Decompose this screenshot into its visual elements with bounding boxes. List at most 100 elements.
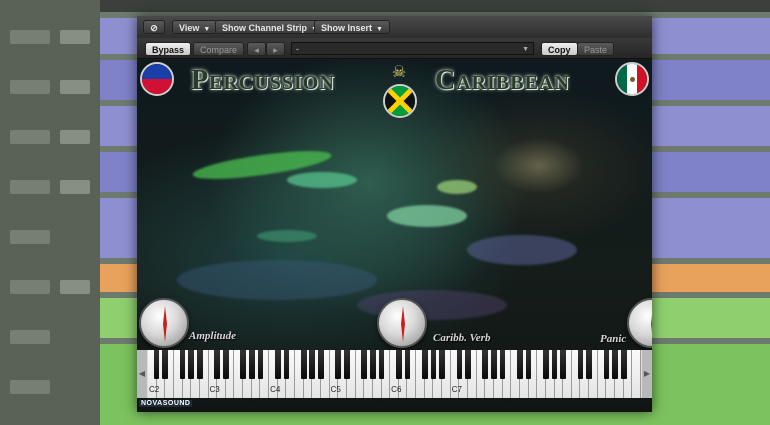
black-key[interactable] (620, 350, 627, 379)
black-key[interactable] (162, 350, 169, 379)
black-key[interactable] (300, 350, 307, 379)
instrument-title: Percussion Caribbean (157, 65, 637, 96)
paste-button[interactable]: Paste (577, 42, 615, 56)
black-key[interactable] (335, 350, 342, 379)
compare-button[interactable]: Compare (193, 42, 245, 56)
octave-label: C7 (451, 385, 462, 394)
black-key[interactable] (404, 350, 411, 379)
link-icon[interactable]: ⊘ (143, 20, 165, 34)
island-shape (257, 230, 317, 242)
view-menu[interactable]: View ▼ (172, 20, 218, 34)
track-header-block (60, 80, 90, 94)
black-key[interactable] (577, 350, 584, 379)
novasound-logo: NOVASOUND (139, 400, 193, 407)
title-caribbean: Caribbean (435, 65, 570, 96)
island-shape (437, 180, 477, 194)
black-key[interactable] (274, 350, 281, 379)
bypass-button[interactable]: Bypass (145, 42, 192, 56)
track-header-block (10, 280, 50, 294)
show-insert-menu[interactable]: Show Insert ▼ (314, 20, 390, 34)
next-preset-button[interactable]: ▸ (266, 42, 285, 56)
black-key[interactable] (499, 350, 506, 379)
chevron-down-icon: ▼ (203, 26, 211, 33)
island-shape (387, 205, 467, 227)
piano-keyboard[interactable]: ◀ ▶ C2 C3 C4 C5 C6 C7 (137, 350, 652, 398)
white-key[interactable] (632, 350, 641, 398)
panic-knob[interactable] (627, 298, 652, 348)
island-shape (177, 260, 377, 300)
track-header-block (10, 30, 50, 44)
black-key[interactable] (465, 350, 471, 379)
black-key[interactable] (240, 350, 246, 379)
copy-button[interactable]: Copy (541, 42, 578, 56)
track-header-block (10, 130, 50, 144)
black-key[interactable] (517, 350, 523, 379)
caribb-verb-label: Caribb. Verb (433, 332, 491, 344)
black-key[interactable] (543, 350, 549, 379)
black-key[interactable] (153, 350, 160, 379)
track-header-block (60, 280, 90, 294)
black-key[interactable] (421, 350, 428, 379)
keyboard-left-arrow-icon[interactable]: ◀ (137, 350, 147, 398)
black-key[interactable] (525, 350, 532, 379)
black-key[interactable] (188, 350, 195, 379)
plugin-header-row1: ⊘ View▼ Show Channel Strip▼ Show Insert▼ (137, 16, 652, 38)
amplitude-knob[interactable] (139, 298, 189, 348)
black-key[interactable] (456, 350, 463, 379)
track-header-block (10, 230, 50, 244)
track-header-block (10, 380, 50, 394)
knob-needle-icon (651, 315, 652, 333)
black-key[interactable] (586, 350, 592, 379)
black-key[interactable] (344, 350, 350, 379)
title-percussion: Percussion (191, 65, 335, 96)
black-key[interactable] (179, 350, 186, 379)
black-key[interactable] (551, 350, 558, 379)
black-key[interactable] (603, 350, 610, 379)
black-key[interactable] (491, 350, 497, 379)
black-key[interactable] (283, 350, 290, 379)
knob-needle-icon (163, 306, 167, 342)
black-key[interactable] (612, 350, 618, 379)
plugin-window: ⊘ View▼ Show Channel Strip▼ Show Insert▼… (137, 16, 652, 412)
black-key[interactable] (248, 350, 255, 379)
caribb-verb-knob[interactable] (377, 298, 427, 348)
black-key[interactable] (309, 350, 316, 379)
keyboard-right-arrow-icon[interactable]: ▶ (642, 350, 652, 398)
right-arrow-icon: ▸ (273, 45, 278, 55)
black-key[interactable] (197, 350, 203, 379)
track-header-block (60, 180, 90, 194)
track-header-block (10, 80, 50, 94)
black-key[interactable] (430, 350, 437, 379)
island-shape (287, 172, 357, 188)
view-menu-label: View (179, 23, 200, 33)
amplitude-label: Amplitude (189, 330, 237, 342)
black-key[interactable] (439, 350, 445, 379)
track-header-block (60, 30, 90, 44)
octave-label: C3 (209, 385, 220, 394)
left-arrow-icon: ◂ (254, 45, 259, 55)
black-key[interactable] (222, 350, 229, 379)
knob-needle-icon (401, 306, 405, 342)
octave-label: C2 (149, 385, 160, 394)
black-key[interactable] (378, 350, 385, 379)
octave-label: C4 (270, 385, 281, 394)
preset-value: - (296, 44, 299, 54)
show-channel-strip-menu[interactable]: Show Channel Strip▼ (215, 20, 325, 34)
black-key[interactable] (318, 350, 324, 379)
black-key[interactable] (214, 350, 221, 379)
track-header-block (60, 130, 90, 144)
octave-label: C6 (391, 385, 402, 394)
black-key[interactable] (257, 350, 264, 379)
preset-dropdown[interactable]: - ▼ (291, 42, 534, 55)
black-key[interactable] (395, 350, 402, 379)
daw-track-headers (0, 0, 100, 425)
black-key[interactable] (361, 350, 368, 379)
black-key[interactable] (560, 350, 566, 379)
chevron-down-icon: ▼ (376, 26, 383, 33)
instrument-panel: ☠ Percussion Caribbean Amplitude Caribb.… (137, 60, 652, 412)
black-key[interactable] (370, 350, 376, 379)
panic-label: Panic (600, 333, 627, 345)
prev-preset-button[interactable]: ◂ (247, 42, 266, 56)
insert-label: Show Insert (321, 23, 373, 33)
black-key[interactable] (482, 350, 489, 379)
